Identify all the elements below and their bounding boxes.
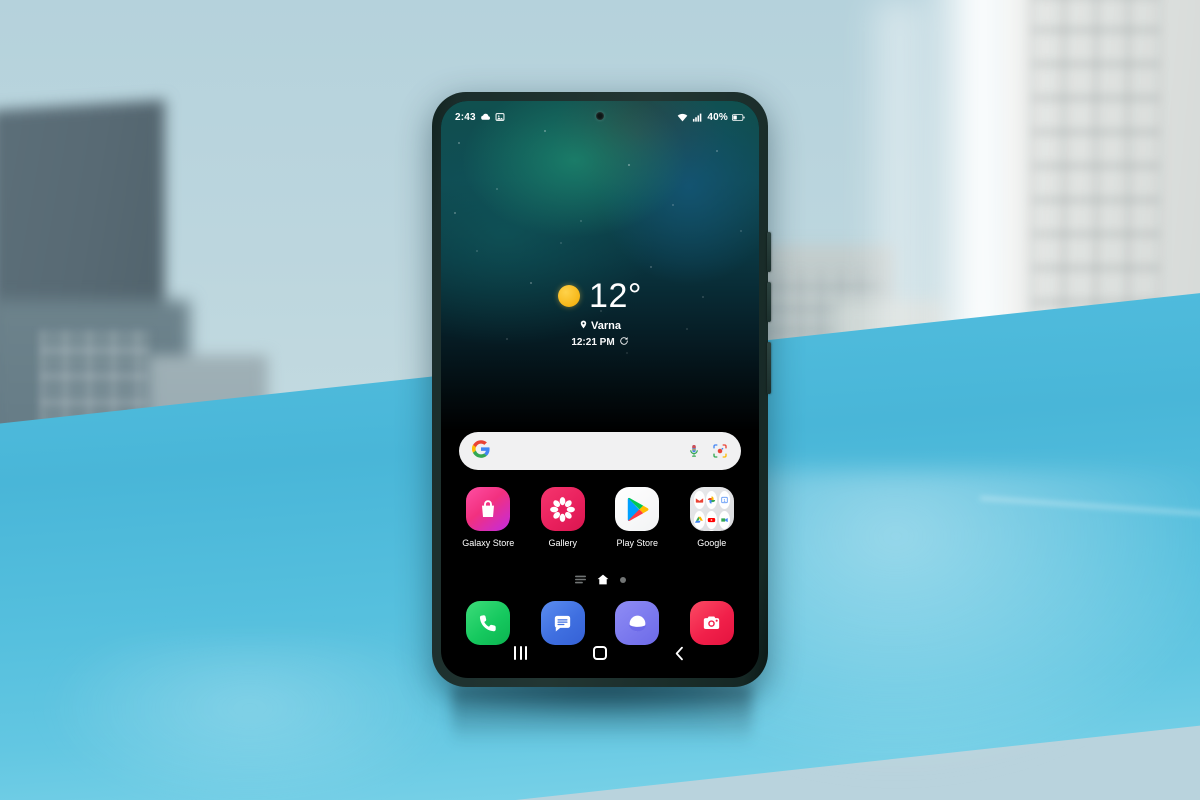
status-bar-clock: 2:43 <box>455 111 476 123</box>
galaxy-store-icon[interactable] <box>466 487 511 531</box>
mini-icon-maps <box>693 530 705 531</box>
wifi-icon <box>677 112 688 123</box>
table-sheen-right <box>700 470 1200 800</box>
mini-icon-calendar: 1 <box>718 491 730 509</box>
mini-icon-assistant <box>718 530 730 531</box>
phone-reflection <box>452 686 752 756</box>
app-label: Play Store <box>616 538 659 548</box>
folder-icon-grid: 1 <box>693 491 730 531</box>
app-label: Gallery <box>548 538 577 548</box>
screenshot-icon <box>495 112 505 122</box>
smartphone: 2:43 40% 12° Varna 12:21 PM Galaxy Store… <box>432 92 771 687</box>
phone-screen[interactable]: 2:43 40% 12° Varna 12:21 PM Galaxy Store… <box>441 101 759 678</box>
page-dot-icon[interactable] <box>619 576 626 583</box>
google-g-icon <box>472 439 490 463</box>
app-label: Google <box>697 538 727 548</box>
app-play-store[interactable]: Play Store <box>606 487 668 548</box>
recents-icon[interactable] <box>504 640 538 666</box>
app-label: Galaxy Store <box>462 538 515 548</box>
wallpaper-stars <box>441 101 759 431</box>
mini-icon-photos <box>706 491 718 509</box>
microphone-icon[interactable] <box>686 443 702 459</box>
navigation-bar <box>441 636 759 670</box>
sun-icon <box>558 285 581 307</box>
page-indicator <box>441 574 759 585</box>
weather-location: Varna <box>591 320 621 332</box>
signal-icon <box>692 112 703 123</box>
volume-down-key[interactable] <box>767 282 771 322</box>
google-lens-icon[interactable] <box>712 443 728 459</box>
back-icon[interactable] <box>662 640 696 666</box>
play-store-icon[interactable] <box>615 487 660 531</box>
home-icon[interactable] <box>583 640 617 666</box>
table-sheen-left <box>40 640 460 800</box>
app-gallery[interactable]: Gallery <box>532 487 594 548</box>
mini-icon-chat <box>706 530 718 531</box>
app-list-page-icon[interactable] <box>574 575 586 584</box>
mini-icon-gmail <box>693 491 705 509</box>
volume-up-key[interactable] <box>767 232 771 272</box>
mini-icon-meet <box>718 510 730 529</box>
home-page-icon[interactable] <box>597 574 609 585</box>
app-galaxy-store[interactable]: Galaxy Store <box>457 487 519 548</box>
weather-temperature: 12° <box>589 277 642 315</box>
power-key[interactable] <box>767 342 771 394</box>
app-grid: Galaxy Store Gallery Play Store 1 Google <box>451 487 749 548</box>
mini-icon-drive <box>693 510 705 529</box>
weather-updated-time: 12:21 PM <box>571 337 615 348</box>
gallery-icon[interactable] <box>540 487 585 531</box>
mini-icon-youtube <box>706 510 718 529</box>
status-bar: 2:43 40% <box>441 107 759 127</box>
battery-percent-label: 40% <box>707 111 728 123</box>
cloud-icon <box>480 112 491 123</box>
battery-icon <box>732 113 745 122</box>
google-search-bar[interactable] <box>459 432 741 470</box>
weather-widget[interactable]: 12° Varna 12:21 PM <box>441 279 759 349</box>
app-google-folder[interactable]: 1 Google <box>681 487 743 548</box>
refresh-icon[interactable] <box>619 336 629 349</box>
google-folder-icon[interactable]: 1 <box>689 487 734 531</box>
location-pin-icon <box>579 319 588 333</box>
